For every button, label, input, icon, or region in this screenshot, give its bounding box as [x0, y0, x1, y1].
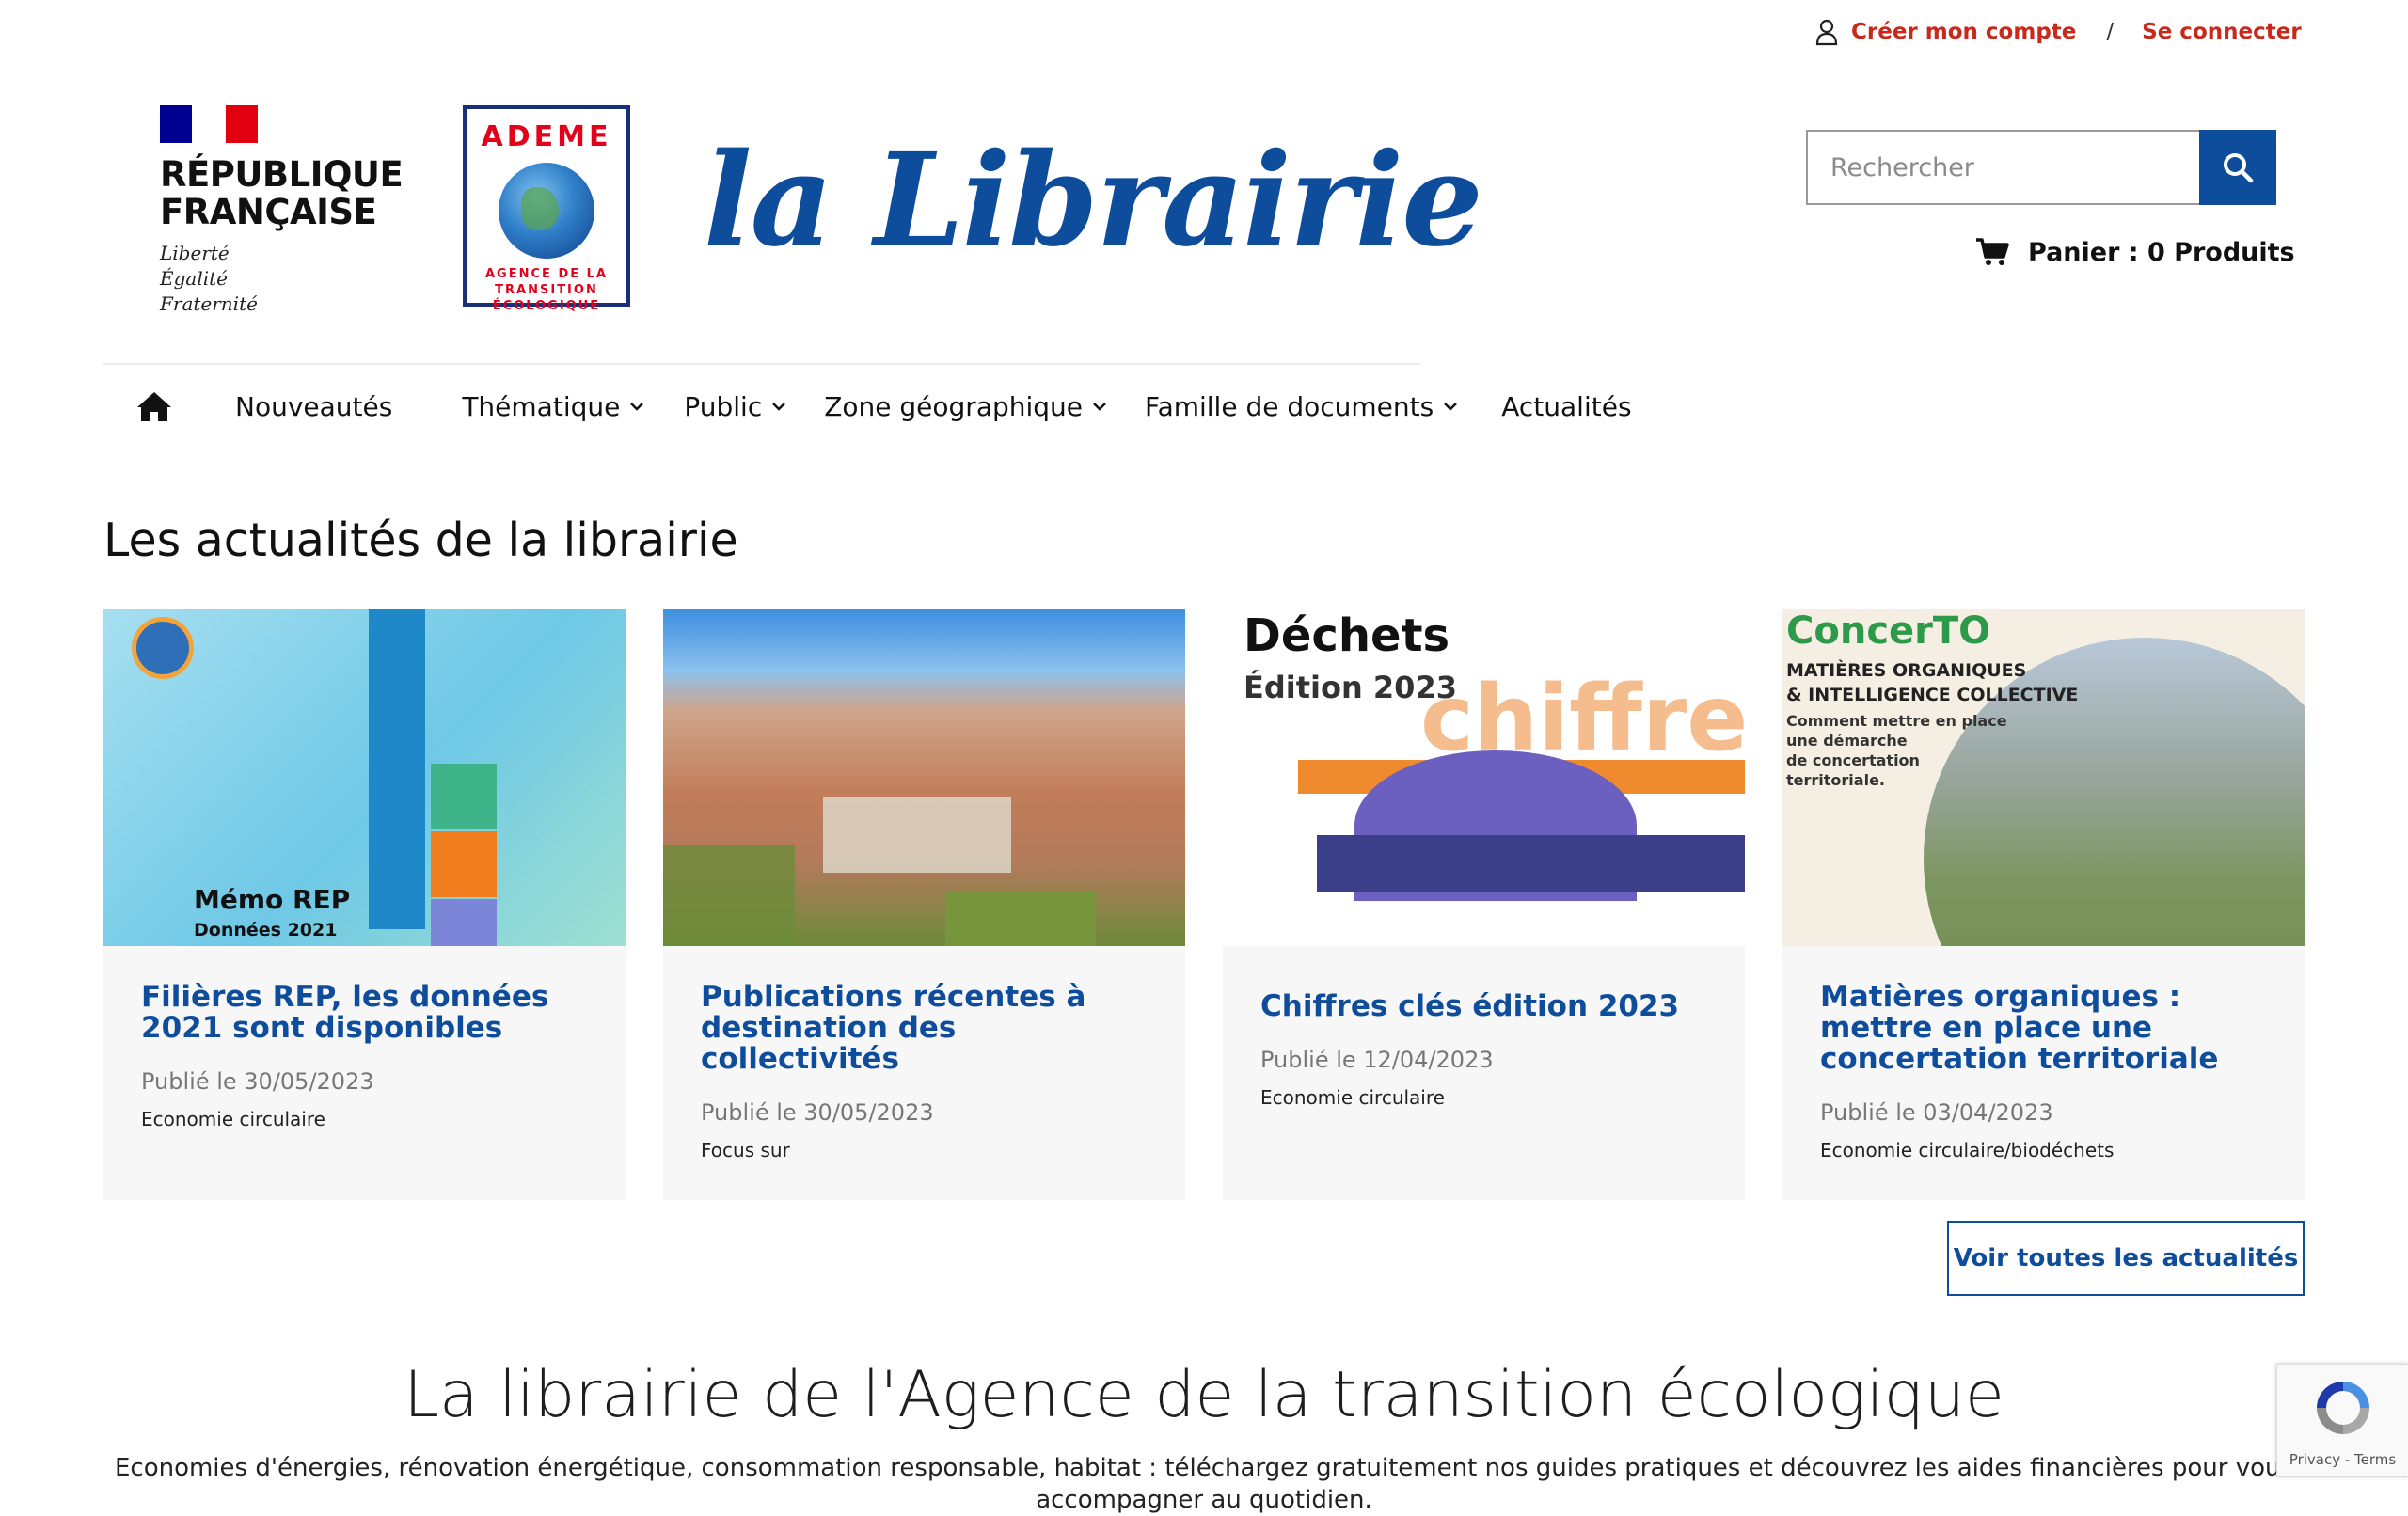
ademe-sub-1: AGENCE DE LA — [485, 267, 608, 281]
news-section-title: Les actualités de la librairie — [103, 513, 738, 567]
main-nav: Nouveautés Thématique Public Zone géogra… — [103, 380, 1632, 433]
news-card[interactable]: ConcerTO MATIÈRES ORGANIQUES & INTELLIGE… — [1782, 609, 2305, 1200]
chevron-down-icon — [1093, 403, 1106, 411]
ademe-logo[interactable]: ADEME AGENCE DE LA TRANSITION ÉCOLOGIQUE — [463, 105, 630, 313]
image-line-4: une démarche — [1786, 732, 1908, 750]
chevron-down-icon — [1444, 403, 1458, 411]
chevron-down-icon — [772, 403, 786, 411]
account-bar: Créer mon compte / Se connecter — [1815, 13, 2302, 51]
news-card[interactable]: Mémo REP Données 2021 Filières REP, les … — [103, 609, 626, 1200]
hero-title: La librairie de l'Agence de la transitio… — [404, 1358, 2004, 1432]
cart-link[interactable]: Panier : 0 Produits — [1975, 237, 2295, 267]
hero-text: Economies d'énergies, rénovation énergét… — [114, 1454, 2294, 1514]
news-card-tag: Economie circulaire — [141, 1108, 325, 1130]
nav-thematique[interactable]: Thématique — [462, 391, 644, 422]
news-card-tag: Economie circulaire/biodéchets — [1820, 1139, 2115, 1161]
ademe-name: ADEME — [481, 120, 612, 153]
news-card-image: ConcerTO MATIÈRES ORGANIQUES & INTELLIGE… — [1782, 609, 2305, 946]
chevron-down-icon — [630, 403, 644, 411]
create-account-link[interactable]: Créer mon compte — [1851, 20, 2076, 44]
news-card-title[interactable]: Filières REP, les données 2021 sont disp… — [141, 982, 588, 1044]
image-line-3: Comment mettre en place — [1786, 712, 2007, 730]
home-icon — [137, 392, 171, 421]
image-subtitle: Données 2021 — [194, 920, 338, 940]
news-card-date: Publié le 30/05/2023 — [141, 1068, 374, 1095]
news-card-tag: Focus sur — [701, 1139, 790, 1161]
site-brand[interactable]: la Librairie — [704, 120, 1483, 280]
news-card[interactable]: Publications récentes à destination des … — [663, 609, 1185, 1200]
globe-icon — [499, 163, 594, 259]
motto-3: Fraternité — [160, 292, 258, 315]
recaptcha-links[interactable]: Privacy - Terms — [2277, 1451, 2408, 1468]
eco-circle-icon — [132, 617, 194, 679]
image-title: Mémo REP — [194, 884, 351, 915]
nav-zone-geographique[interactable]: Zone géographique — [824, 391, 1107, 422]
news-card-tag: Economie circulaire — [1260, 1086, 1445, 1109]
ademe-sub-2: TRANSITION — [495, 283, 598, 297]
motto-1: Liberté — [160, 242, 230, 264]
nav-thematique-label: Thématique — [462, 390, 621, 422]
login-link[interactable]: Se connecter — [2142, 20, 2302, 44]
nav-actualites[interactable]: Actualités — [1501, 391, 1631, 422]
news-card-image: Déchets Édition 2023 chiffre — [1223, 609, 1745, 946]
flag-icon — [160, 105, 258, 143]
search-form — [1806, 130, 2276, 205]
nav-nouveautes-label: Nouveautés — [235, 390, 393, 422]
image-title: ConcerTO — [1786, 609, 1991, 653]
news-card-title[interactable]: Chiffres clés édition 2023 — [1260, 991, 1707, 1022]
search-input[interactable] — [1806, 130, 2199, 205]
nav-nouveautes[interactable]: Nouveautés — [235, 391, 392, 422]
cart-icon — [1976, 238, 2009, 265]
logo-line-2: FRANÇAISE — [160, 192, 377, 232]
image-line-2: & INTELLIGENCE COLLECTIVE — [1786, 685, 2079, 705]
nav-public[interactable]: Public — [684, 391, 786, 422]
image-title: Déchets — [1244, 609, 1450, 662]
nav-home[interactable] — [135, 390, 173, 422]
news-card[interactable]: Déchets Édition 2023 chiffre Chiffres cl… — [1223, 609, 1745, 1200]
motto-2: Égalité — [160, 267, 228, 290]
search-icon — [2224, 153, 2254, 183]
ademe-sub-3: ÉCOLOGIQUE — [492, 299, 601, 313]
search-button[interactable] — [2199, 130, 2276, 205]
news-card-image: Mémo REP Données 2021 — [103, 609, 626, 946]
news-card-image — [663, 609, 1185, 946]
nav-divider — [103, 363, 1420, 365]
all-news-button[interactable]: Voir toutes les actualités — [1947, 1221, 2305, 1296]
news-card-date: Publié le 03/04/2023 — [1820, 1099, 2053, 1126]
news-card-date: Publié le 30/05/2023 — [701, 1099, 934, 1126]
nav-zone-label: Zone géographique — [824, 390, 1084, 422]
republique-francaise-logo[interactable]: RÉPUBLIQUE FRANÇAISE Liberté Égalité Fra… — [160, 105, 404, 315]
user-icon — [1815, 19, 1838, 46]
recaptcha-badge[interactable]: Privacy - Terms — [2276, 1364, 2408, 1477]
news-card-title[interactable]: Matières organiques : mettre en place un… — [1820, 982, 2267, 1075]
nav-famille-documents[interactable]: Famille de documents — [1145, 391, 1458, 422]
news-card-date: Publié le 12/04/2023 — [1260, 1047, 1494, 1073]
image-line-6: territoriale. — [1786, 771, 1885, 789]
cart-label: Panier : 0 Produits — [2028, 237, 2295, 267]
nav-public-label: Public — [684, 390, 763, 422]
news-card-title[interactable]: Publications récentes à destination des … — [701, 982, 1148, 1075]
image-line-1: MATIÈRES ORGANIQUES — [1786, 660, 2027, 681]
nav-famille-label: Famille de documents — [1145, 390, 1434, 422]
nav-actualites-label: Actualités — [1501, 390, 1632, 422]
recaptcha-icon — [2316, 1382, 2369, 1434]
image-line-5: de concertation — [1786, 751, 1920, 769]
account-separator: / — [2106, 20, 2115, 44]
logo-line-1: RÉPUBLIQUE — [160, 154, 404, 195]
